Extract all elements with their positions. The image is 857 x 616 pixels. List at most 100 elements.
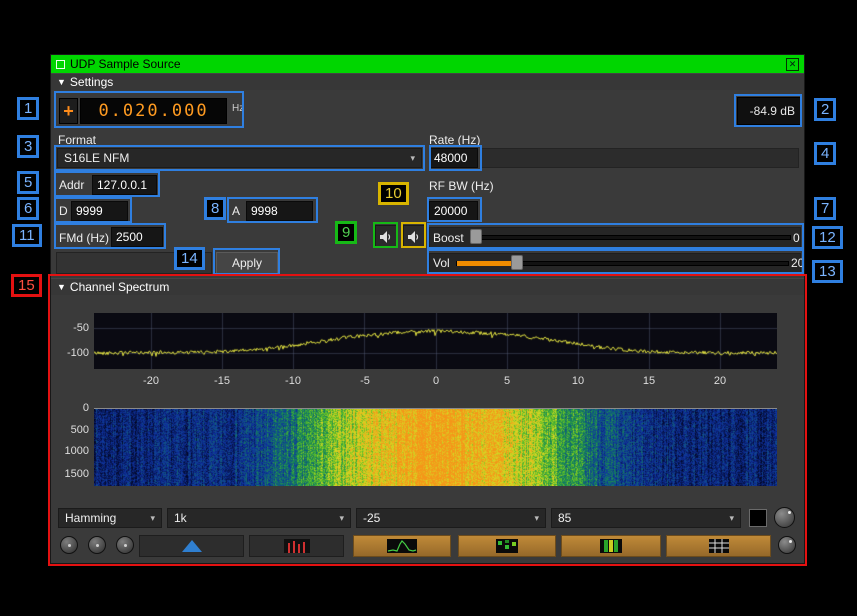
speaker-icon bbox=[379, 230, 393, 244]
spectrum-xtick-label: 0 bbox=[433, 375, 439, 387]
settings-section-label: Settings bbox=[70, 75, 113, 89]
data-port-input[interactable] bbox=[71, 201, 128, 221]
format-select[interactable]: S16LE NFM ▾ bbox=[57, 148, 422, 168]
fft-size-select[interactable]: 1k ▾ bbox=[167, 508, 351, 528]
waterfall-plot[interactable] bbox=[94, 408, 777, 485]
format-select-value: S16LE NFM bbox=[64, 151, 129, 165]
vol-slider-fill bbox=[457, 261, 517, 266]
rate-label: Rate (Hz) bbox=[429, 133, 480, 147]
histogram-display-button[interactable] bbox=[458, 535, 556, 557]
plus-icon: + bbox=[63, 101, 74, 122]
callout-15: 15 bbox=[11, 274, 42, 297]
grid-display-button[interactable] bbox=[666, 535, 771, 557]
channel-power-meter: -84.9 dB bbox=[737, 97, 801, 125]
settings-section-header[interactable]: ▼ Settings bbox=[51, 73, 804, 90]
fft-size-value: 1k bbox=[174, 511, 187, 525]
dial-button-3[interactable] bbox=[116, 536, 134, 554]
spectrum-xtick-label: 20 bbox=[714, 375, 726, 387]
callout-6: 6 bbox=[17, 197, 39, 220]
rotary-knob-1[interactable] bbox=[774, 507, 795, 528]
chevron-down-icon: ▾ bbox=[534, 513, 539, 524]
boost-slider-handle[interactable] bbox=[470, 229, 482, 244]
spectrum-xtick-label: 10 bbox=[572, 375, 584, 387]
blue-peak-icon bbox=[178, 539, 206, 553]
add-frequency-button[interactable]: + bbox=[59, 98, 78, 124]
boost-value: 0 bbox=[793, 231, 800, 245]
current-trace-button[interactable] bbox=[249, 535, 344, 557]
callout-4: 4 bbox=[814, 142, 836, 165]
callout-13: 13 bbox=[812, 260, 843, 283]
callout-5: 5 bbox=[17, 171, 39, 194]
screenshot-stage: UDP Sample Source ✕ ▼ Settings + 0.020.0… bbox=[0, 0, 857, 616]
waterfall-canvas[interactable] bbox=[94, 409, 777, 486]
frequency-unit-label: Hz bbox=[232, 103, 244, 114]
spectrum-xtick-label: 5 bbox=[504, 375, 510, 387]
spectrum-xtick-label: -10 bbox=[285, 375, 301, 387]
audio-toggle-button[interactable] bbox=[375, 225, 397, 248]
ref-level-select[interactable]: -25 ▾ bbox=[356, 508, 546, 528]
callout-2: 2 bbox=[814, 98, 836, 121]
spectrum-display-button[interactable] bbox=[353, 535, 451, 557]
callout-11: 11 bbox=[12, 224, 42, 247]
audio-port-input[interactable] bbox=[246, 201, 313, 221]
callout-1: 1 bbox=[17, 97, 39, 120]
spectrum-ytick-label: -50 bbox=[51, 322, 89, 334]
frequency-display[interactable]: 0.020.000 bbox=[80, 98, 227, 124]
window-title: UDP Sample Source bbox=[70, 57, 181, 71]
window-function-value: Hamming bbox=[65, 511, 116, 525]
dial-button-2[interactable] bbox=[88, 536, 106, 554]
apply-button[interactable]: Apply bbox=[216, 252, 278, 274]
channel-spectrum-section-header[interactable]: ▼ Channel Spectrum bbox=[51, 278, 804, 295]
spectrum-canvas[interactable] bbox=[94, 313, 777, 369]
spectrum-xtick-label: -20 bbox=[143, 375, 159, 387]
green-trace-icon bbox=[387, 539, 417, 553]
rotary-knob-2[interactable] bbox=[778, 536, 796, 554]
collapse-arrow-icon: ▼ bbox=[57, 77, 66, 87]
power-range-select[interactable]: 85 ▾ bbox=[551, 508, 741, 528]
audio-port-label: A bbox=[232, 204, 240, 218]
dial-button-1[interactable] bbox=[60, 536, 78, 554]
waterfall-ytick-label: 1000 bbox=[51, 445, 89, 457]
rate-row-spacer bbox=[480, 148, 799, 168]
collapse-arrow-icon: ▼ bbox=[57, 282, 66, 292]
fmd-input[interactable] bbox=[111, 227, 163, 247]
udp-sample-source-window: UDP Sample Source ✕ ▼ Settings + 0.020.0… bbox=[50, 54, 805, 564]
boost-label: Boost bbox=[433, 231, 464, 245]
waterfall-ytick-label: 500 bbox=[51, 424, 89, 436]
apply-button-label: Apply bbox=[232, 256, 262, 270]
callout-14: 14 bbox=[174, 247, 205, 270]
waterfall-display-button[interactable] bbox=[561, 535, 661, 557]
chevron-down-icon: ▾ bbox=[339, 513, 344, 524]
callout-9: 9 bbox=[335, 221, 357, 244]
addr-input[interactable] bbox=[92, 175, 157, 195]
spectrum-ytick-label: -100 bbox=[51, 347, 89, 359]
chevron-down-icon: ▾ bbox=[410, 153, 415, 164]
format-label: Format bbox=[58, 133, 96, 147]
window-titlebar[interactable]: UDP Sample Source ✕ bbox=[51, 55, 804, 73]
window-function-select[interactable]: Hamming ▾ bbox=[58, 508, 162, 528]
window-handle-icon[interactable] bbox=[56, 60, 65, 69]
max-hold-button[interactable] bbox=[139, 535, 244, 557]
green-blocks-icon bbox=[496, 539, 518, 553]
black-color-swatch[interactable] bbox=[749, 509, 767, 527]
spectrum-xtick-label: -15 bbox=[214, 375, 230, 387]
chevron-down-icon: ▾ bbox=[150, 513, 155, 524]
rate-input[interactable] bbox=[429, 148, 478, 168]
rfbw-input[interactable] bbox=[429, 201, 478, 221]
audio-stereo-button[interactable] bbox=[403, 225, 425, 248]
close-icon[interactable]: ✕ bbox=[786, 58, 799, 71]
channel-spectrum-section-label: Channel Spectrum bbox=[70, 280, 169, 294]
vol-label: Vol bbox=[433, 256, 450, 270]
callout-10: 10 bbox=[378, 182, 409, 205]
addr-label: Addr bbox=[59, 178, 84, 192]
callout-8: 8 bbox=[204, 197, 226, 220]
speaker-icon bbox=[407, 230, 421, 244]
rfbw-label: RF BW (Hz) bbox=[429, 179, 494, 193]
spectrum-plot[interactable] bbox=[94, 313, 777, 369]
boost-slider[interactable] bbox=[471, 235, 791, 240]
callout-3: 3 bbox=[17, 135, 39, 158]
vol-value: 20 bbox=[791, 256, 804, 270]
waterfall-ytick-label: 0 bbox=[51, 402, 89, 414]
vol-slider-handle[interactable] bbox=[511, 255, 523, 270]
chevron-down-icon: ▾ bbox=[729, 513, 734, 524]
